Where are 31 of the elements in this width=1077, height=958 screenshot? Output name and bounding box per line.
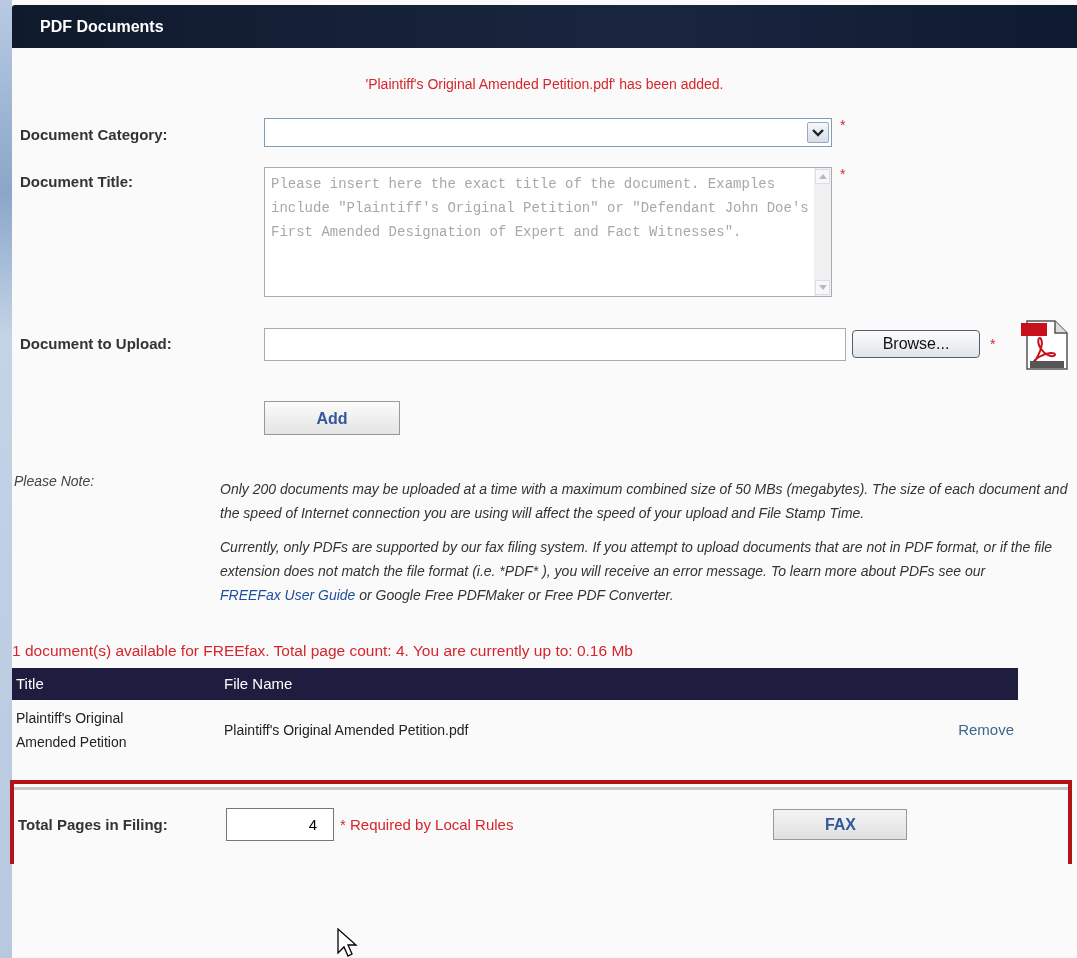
panel-title: PDF Documents (12, 5, 1077, 48)
required-note: * Required by Local Rules (340, 814, 514, 835)
note-paragraph: Only 200 documents may be uploaded at a time with a maximum combined size of 50 MBs (megabytes). The size of each document and the speed of Internet connection you are using will affect the speed of your upload and File Stamp Time. (220, 480, 1069, 523)
summary-message: 1 document(s) available for FREEfax. Total page count: 4. You are currently up to: 0.16 Mb (12, 641, 634, 661)
fax-button[interactable]: FAX (773, 809, 908, 841)
table-cell: Plaintiff's Original Amended Petition (12, 700, 220, 761)
field-label: Total Pages in Filing: (18, 814, 169, 835)
category-dropdown[interactable] (264, 118, 832, 147)
note-label: Please Note: (13, 472, 96, 491)
field-label: Document Title: (19, 172, 135, 192)
add-button[interactable]: Add (264, 401, 400, 435)
scroll-down-icon[interactable] (818, 285, 827, 290)
table-cell: Plaintiff's Original Amended Petition.pdf (220, 700, 908, 761)
page-count-field[interactable]: 4 (226, 808, 334, 842)
scroll-up-icon[interactable] (818, 174, 827, 179)
column-header: File Name (220, 668, 908, 701)
browse-button[interactable]: Browse... (852, 330, 980, 358)
note-paragraph: Currently, only PDFs are supported by our fax filing system. If you attempt to upload documents that are not in PDF format, or if the file extension does not match the file format (i.e. *PDF* ), you will receive an error message. To learn more about PDFs see our FREEFax User Guide or Google Free PDFMaker or Free PDF Converter. (220, 538, 1054, 605)
required-mark: * (990, 337, 996, 351)
file-path-field[interactable] (264, 327, 846, 361)
field-label: Document Category: (19, 125, 169, 145)
column-header: Title (12, 668, 220, 701)
mouse-cursor-icon (337, 928, 359, 958)
field-label: Document to Upload: (19, 333, 173, 354)
title-textarea[interactable]: Please insert here the exact title of the document. Examples include "Plaintiff's Original Petition" or "Defendant John Doe's First Amended Designation of Expert and Fact Witnesses". (264, 167, 832, 297)
required-mark: * (840, 118, 846, 132)
remove-link[interactable]: Remove (958, 721, 1014, 739)
user-guide-link[interactable]: FREEFax User Guide (220, 587, 356, 603)
chevron-down-icon (812, 128, 824, 137)
required-mark: * (840, 167, 846, 181)
status-message: 'Plaintiff's Original Amended Petition.pdf' has been added. (364, 75, 725, 94)
